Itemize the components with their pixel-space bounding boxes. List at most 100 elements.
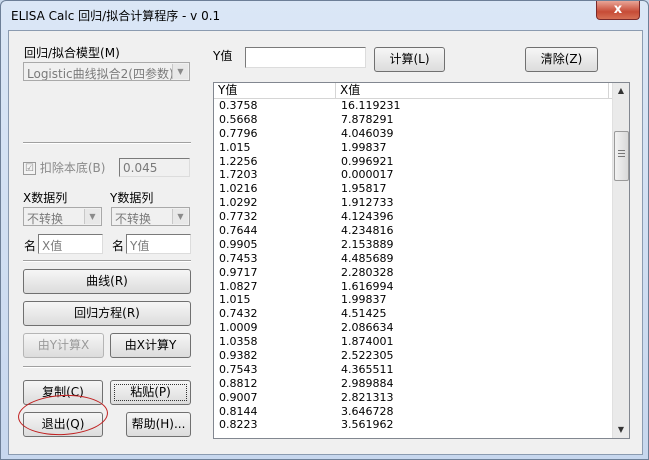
x-transform-select[interactable]: 不转换 ▼	[23, 207, 102, 226]
title-bar[interactable]: ELISA Calc 回归/拟合计算程序 - v 0.1 x	[1, 1, 648, 27]
main-panel: 回归/拟合模型(M) Logistic曲线拟合2(四参数) ▼ ☑ 扣除本底(B…	[8, 30, 643, 455]
table-row[interactable]: 0.7644 4.234816	[214, 224, 613, 238]
table-row[interactable]: 0.8223 3.561962	[214, 418, 613, 432]
scroll-down-icon[interactable]: ▼	[613, 422, 629, 438]
calc-x-from-y-label: 由Y计算X	[37, 338, 90, 352]
table-row[interactable]: 0.9717 2.280328	[214, 266, 613, 280]
cell-y-value: 1.015	[219, 140, 251, 154]
cell-x-value: 2.989884	[341, 376, 394, 390]
table-row[interactable]: 1.2256 0.996921	[214, 155, 613, 169]
cell-x-value: 1.912733	[341, 196, 394, 210]
divider	[23, 260, 191, 262]
cell-x-value: 1.95817	[341, 182, 387, 196]
vertical-scrollbar[interactable]: ▲ ▼	[612, 83, 629, 438]
cell-x-value: 3.646728	[341, 404, 394, 418]
cell-x-value: 4.046039	[341, 126, 394, 140]
table-row[interactable]: 0.9382 2.522305	[214, 349, 613, 363]
scroll-thumb[interactable]	[614, 131, 629, 181]
clear-button[interactable]: 清除(Z)	[525, 47, 598, 72]
cell-x-value: 2.522305	[341, 349, 394, 363]
close-button[interactable]: x	[596, 1, 640, 20]
calc-x-from-y-button[interactable]: 由Y计算X	[23, 333, 104, 358]
column-header-y[interactable]: Y值	[214, 83, 336, 98]
baseline-checkbox-label: 扣除本底(B)	[39, 161, 106, 175]
table-row[interactable]: 0.5668 7.878291	[214, 113, 613, 127]
table-row[interactable]: 0.3758 16.119231	[214, 99, 613, 113]
y-input-label: Y值	[213, 49, 233, 63]
table-row[interactable]: 0.9007 2.821313	[214, 391, 613, 405]
cell-x-value: 0.996921	[341, 154, 394, 168]
y-name-field[interactable]: Y值	[126, 234, 191, 254]
model-selected-value: Logistic曲线拟合2(四参数)	[27, 67, 174, 81]
calculate-button[interactable]: 计算(L)	[374, 47, 445, 72]
curve-button[interactable]: 曲线(R)	[23, 269, 191, 294]
table-row[interactable]: 1.0827 1.616994	[214, 280, 613, 294]
table-row[interactable]: 0.8144 3.646728	[214, 405, 613, 419]
close-icon: x	[613, 2, 623, 17]
x-name-value: X值	[42, 239, 63, 253]
paste-button[interactable]: 粘贴(P)	[110, 380, 191, 405]
table-row[interactable]: 0.7543 4.365511	[214, 363, 613, 377]
cell-y-value: 0.8144	[219, 404, 258, 418]
table-row[interactable]: 0.9905 2.153889	[214, 238, 613, 252]
cell-y-value: 0.9007	[219, 390, 258, 404]
table-row[interactable]: 0.8812 2.989884	[214, 377, 613, 391]
cell-x-value: 2.280328	[341, 265, 394, 279]
table-row[interactable]: 1.0009 2.086634	[214, 321, 613, 335]
checkbox-icon: ☑	[23, 162, 36, 175]
cell-x-value: 4.234816	[341, 224, 394, 238]
y-transform-select[interactable]: 不转换 ▼	[111, 207, 190, 226]
cell-y-value: 0.3758	[219, 99, 258, 112]
regression-equation-label: 回归方程(R)	[74, 306, 140, 320]
column-header-x[interactable]: X值	[336, 83, 609, 98]
focus-rect	[114, 384, 187, 401]
clear-button-label: 清除(Z)	[540, 52, 583, 66]
calc-y-from-x-label: 由X计算Y	[124, 338, 177, 352]
cell-y-value: 0.5668	[219, 112, 258, 126]
cell-x-value: 4.124396	[341, 210, 394, 224]
cell-x-value: 2.153889	[341, 237, 394, 251]
cell-x-value: 2.086634	[341, 321, 394, 335]
cell-x-value: 0.000017	[341, 168, 394, 182]
help-button[interactable]: 帮助(H)...	[126, 412, 191, 437]
window-title: ELISA Calc 回归/拟合计算程序 - v 0.1	[11, 9, 221, 23]
cell-x-value: 1.616994	[341, 279, 394, 293]
cell-y-value: 0.9382	[219, 349, 258, 363]
cell-x-value: 3.561962	[341, 418, 394, 432]
y-name-label: 名	[112, 239, 125, 253]
y-value-input[interactable]	[245, 47, 366, 68]
scroll-up-icon[interactable]: ▲	[613, 83, 629, 99]
cell-y-value: 0.7644	[219, 224, 258, 238]
cell-x-value: 4.51425	[341, 307, 387, 321]
table-row[interactable]: 0.7432 4.51425	[214, 307, 613, 321]
cell-x-value: 1.99837	[341, 140, 387, 154]
cell-x-value: 1.99837	[341, 293, 387, 307]
calc-y-from-x-button[interactable]: 由X计算Y	[110, 333, 191, 358]
cell-x-value: 16.119231	[341, 99, 401, 112]
cell-y-value: 0.7543	[219, 362, 258, 376]
table-row[interactable]: 1.0358 1.874001	[214, 335, 613, 349]
table-row[interactable]: 1.015 1.99837	[214, 293, 613, 307]
data-table[interactable]: Y值 X值 0.3758 16.119231 0.5668 7.878291 0.779…	[213, 82, 630, 439]
cell-y-value: 1.015	[219, 293, 251, 307]
baseline-value: 0.045	[123, 161, 158, 175]
x-name-field[interactable]: X值	[38, 234, 103, 254]
chevron-down-icon: ▼	[172, 64, 188, 79]
regression-equation-button[interactable]: 回归方程(R)	[23, 301, 191, 326]
x-column-label: X数据列	[23, 191, 68, 205]
cell-y-value: 1.0009	[219, 321, 258, 335]
table-row[interactable]: 0.7732 4.124396	[214, 210, 613, 224]
model-select[interactable]: Logistic曲线拟合2(四参数) ▼	[23, 62, 190, 81]
baseline-value-field[interactable]: 0.045	[119, 158, 190, 177]
cell-y-value: 0.7432	[219, 307, 258, 321]
table-row[interactable]: 1.015 1.99837	[214, 141, 613, 155]
table-row[interactable]: 1.0216 1.95817	[214, 182, 613, 196]
table-row[interactable]: 0.7796 4.046039	[214, 127, 613, 141]
table-row[interactable]: 1.0292 1.912733	[214, 196, 613, 210]
chevron-down-icon: ▼	[84, 209, 100, 224]
table-row[interactable]: 0.7453 4.485689	[214, 252, 613, 266]
cell-y-value: 1.0827	[219, 279, 258, 293]
table-row[interactable]: 1.7203 0.000017	[214, 168, 613, 182]
model-label: 回归/拟合模型(M)	[24, 46, 120, 60]
baseline-checkbox[interactable]: ☑ 扣除本底(B)	[23, 159, 105, 176]
